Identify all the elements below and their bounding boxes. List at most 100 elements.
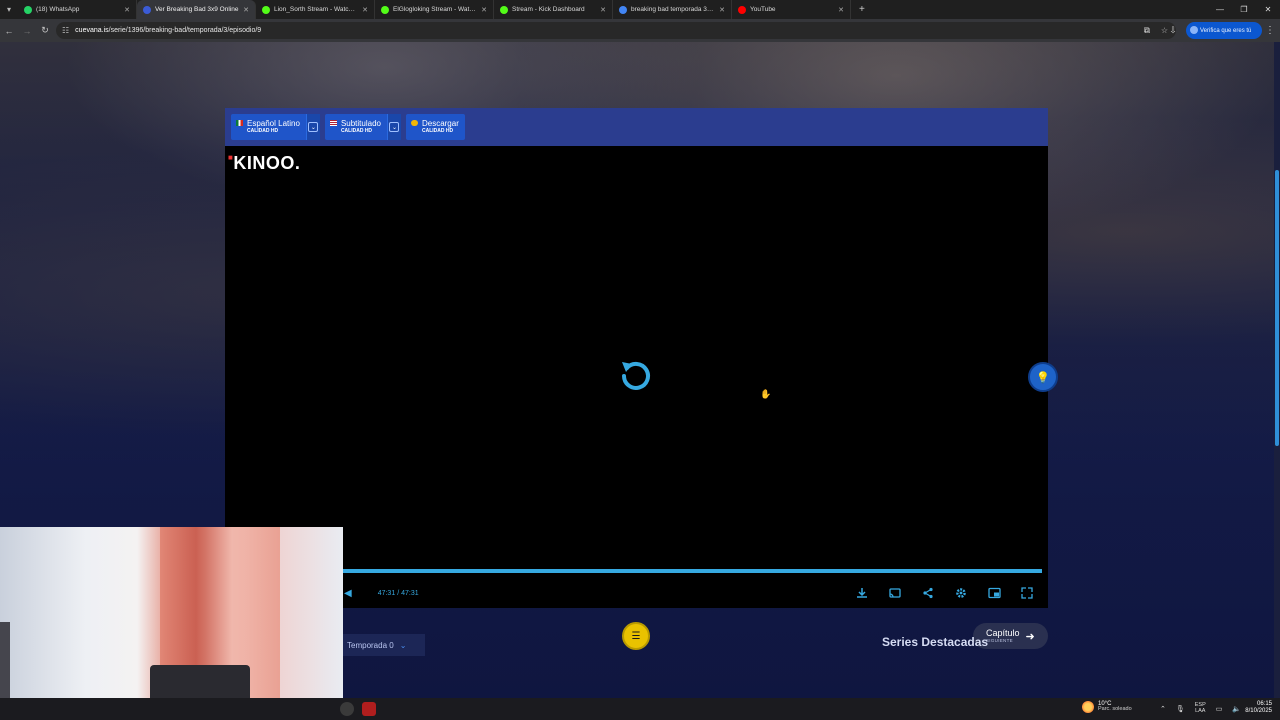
time-display: 47:31 / 47:31 bbox=[377, 589, 419, 597]
tab-title: Stream - Kick Dashboard bbox=[512, 6, 585, 13]
next-episode-label: Capítulo bbox=[986, 627, 1020, 638]
season-label: Temporada 0 bbox=[347, 640, 394, 650]
tab-title: Lion_Sorth Stream - Watch Live bbox=[274, 6, 359, 13]
browser-tab[interactable]: breaking bad temporada 3 capitulo✕ bbox=[613, 0, 732, 19]
tab-title: breaking bad temporada 3 capitulo bbox=[631, 6, 716, 13]
tab-favicon-icon bbox=[381, 5, 389, 14]
weather-sun-icon bbox=[1082, 701, 1094, 714]
source-dropdown-button[interactable]: ⌄ bbox=[386, 114, 401, 140]
volume-icon[interactable]: ◀ bbox=[344, 588, 352, 599]
source-label: Subtitulado bbox=[340, 119, 381, 128]
forward-icon[interactable]: → bbox=[18, 19, 36, 42]
reload-icon[interactable]: ↻ bbox=[36, 19, 54, 42]
chevron-down-icon: ⌄ bbox=[399, 640, 407, 650]
verify-identity-chip[interactable]: Verifica que eres tú bbox=[1186, 22, 1262, 39]
tab-title: YouTube bbox=[750, 6, 776, 13]
cast-icon[interactable] bbox=[887, 585, 903, 601]
tab-favicon-icon bbox=[619, 5, 627, 14]
tab-favicon-icon bbox=[262, 5, 270, 14]
page-scrollbar[interactable] bbox=[1274, 42, 1280, 698]
next-episode-sublabel: SIGUIENTE bbox=[986, 637, 1013, 643]
list-icon: ☰ bbox=[631, 630, 641, 642]
tab-search-icon[interactable]: ▾ bbox=[0, 0, 18, 19]
tab-close-icon[interactable]: ✕ bbox=[719, 6, 725, 14]
browser-tab[interactable]: Lion_Sorth Stream - Watch Live ✕ bbox=[256, 0, 375, 19]
tab-title: Ver Breaking Bad 3x9 Online bbox=[155, 6, 239, 13]
address-bar[interactable]: ☷ cuevana.is/serie/1396/breaking-bad/tem… bbox=[56, 22, 1176, 39]
browser-tab[interactable]: ElGlogloking Stream - Watch Live ✕ bbox=[375, 0, 494, 19]
red-app-icon[interactable] bbox=[362, 702, 376, 716]
source-button[interactable]: Español Latino CALIDAD HD ⌄ bbox=[231, 114, 320, 140]
system-tray: ⌃ 🎙 ESP LAA ▭ 🔈 bbox=[1160, 698, 1241, 720]
episode-list-button[interactable]: ☰ bbox=[622, 622, 650, 650]
browser-tab[interactable]: (18) WhatsApp ✕ bbox=[18, 0, 137, 19]
browser-tab[interactable]: Ver Breaking Bad 3x9 Online ✕ bbox=[137, 0, 256, 19]
taskbar-clock[interactable]: 06:15 8/10/2025 bbox=[1245, 701, 1272, 714]
tab-close-icon[interactable]: ✕ bbox=[362, 6, 368, 14]
source-button[interactable]: Subtitulado CALIDAD HD ⌄ bbox=[324, 114, 401, 140]
downloads-icon[interactable]: ⇩ bbox=[1164, 19, 1182, 42]
weather-widget[interactable]: 10°C Parc. soleado bbox=[1082, 701, 1132, 714]
tab-title: ElGlogloking Stream - Watch Live bbox=[393, 6, 477, 13]
cloud-download-icon bbox=[410, 120, 418, 126]
source-label: Español Latino bbox=[247, 119, 300, 128]
tab-favicon-icon bbox=[738, 5, 746, 14]
tab-close-icon[interactable]: ✕ bbox=[481, 6, 487, 14]
minimize-icon[interactable]: — bbox=[1208, 0, 1232, 19]
lightbulb-icon[interactable]: 💡 bbox=[1028, 362, 1058, 392]
browser-tab[interactable]: YouTube ✕ bbox=[732, 0, 851, 19]
browser-toolbar: ← → ↻ ☷ cuevana.is/serie/1396/breaking-b… bbox=[0, 19, 1280, 42]
input-language[interactable]: ESP LAA bbox=[1195, 702, 1206, 715]
tab-close-icon[interactable]: ✕ bbox=[600, 6, 606, 14]
chevron-down-icon: ⌄ bbox=[389, 122, 400, 132]
mouse-pointer-icon: ✋ bbox=[760, 389, 772, 399]
source-label: Descargar bbox=[421, 119, 459, 128]
os-taskbar: 10°C Parc. soleado ⌃ 🎙 ESP LAA ▭ 🔈 06:15 … bbox=[0, 698, 1280, 720]
tab-favicon-icon bbox=[143, 5, 151, 14]
video-player[interactable]: Español Latino CALIDAD HD ⌄ Subtitulado CALI… bbox=[225, 108, 1048, 608]
fullscreen-icon[interactable] bbox=[1019, 585, 1035, 601]
season-dropdown[interactable]: Temporada 0 ⌄ bbox=[343, 634, 425, 656]
browser-tab[interactable]: Stream - Kick Dashboard ✕ bbox=[494, 0, 613, 19]
mexico-flag-icon bbox=[236, 120, 243, 126]
share-icon[interactable] bbox=[920, 585, 936, 601]
tab-title: (18) WhatsApp bbox=[36, 6, 80, 13]
scrollbar-thumb[interactable] bbox=[1275, 170, 1279, 446]
extensions-icon[interactable]: ⧉ bbox=[1138, 19, 1156, 42]
player-logo: ■KINOO. bbox=[228, 153, 301, 173]
new-tab-button[interactable]: + bbox=[851, 4, 873, 15]
browser-menu-icon[interactable]: ⋮ bbox=[1264, 19, 1276, 42]
obs-app-icon[interactable] bbox=[340, 702, 354, 716]
weather-description: Parc. soleado bbox=[1098, 706, 1132, 713]
source-dropdown-button[interactable]: ⌄ bbox=[305, 114, 320, 140]
webcam-overlay bbox=[0, 527, 343, 720]
settings-gear-icon[interactable] bbox=[953, 585, 969, 601]
restore-icon[interactable]: ❐ bbox=[1232, 0, 1256, 19]
source-button[interactable]: Descargar CALIDAD HD bbox=[405, 114, 465, 140]
seek-bar[interactable] bbox=[342, 569, 1042, 573]
tray-chevron-icon[interactable]: ⌃ bbox=[1160, 705, 1166, 713]
source-quality: CALIDAD HD bbox=[421, 128, 454, 134]
download-icon[interactable] bbox=[854, 585, 870, 601]
arrow-right-icon: ➜ bbox=[1025, 630, 1035, 643]
close-window-icon[interactable]: ✕ bbox=[1256, 0, 1280, 19]
network-icon[interactable]: ▭ bbox=[1216, 705, 1223, 713]
chevron-down-icon: ⌄ bbox=[308, 122, 319, 132]
picture-in-picture-icon[interactable] bbox=[986, 585, 1002, 601]
replay-icon[interactable] bbox=[618, 356, 654, 392]
tab-close-icon[interactable]: ✕ bbox=[243, 6, 249, 14]
clock-time: 06:15 bbox=[1256, 701, 1272, 707]
back-icon[interactable]: ← bbox=[0, 19, 18, 42]
browser-tab-bar: ▾ (18) WhatsApp ✕ Ver Breaking Bad 3x9 Onl… bbox=[0, 0, 1280, 19]
speaker-icon[interactable]: 🔈 bbox=[1232, 705, 1241, 713]
source-selector-bar: Español Latino CALIDAD HD ⌄ Subtitulado CALI… bbox=[225, 108, 1048, 146]
site-info-icon[interactable]: ☷ bbox=[62, 26, 69, 35]
clock-date: 8/10/2025 bbox=[1245, 707, 1272, 714]
screen: ▾ (18) WhatsApp ✕ Ver Breaking Bad 3x9 Onl… bbox=[0, 0, 1280, 720]
microphone-icon[interactable]: 🎙 bbox=[1176, 705, 1185, 713]
featured-series-heading: Series Destacadas bbox=[882, 635, 989, 649]
tab-close-icon[interactable]: ✕ bbox=[124, 6, 130, 14]
source-quality: CALIDAD HD bbox=[247, 128, 279, 134]
window-controls: — ❐ ✕ bbox=[1208, 0, 1280, 19]
tab-close-icon[interactable]: ✕ bbox=[838, 6, 844, 14]
